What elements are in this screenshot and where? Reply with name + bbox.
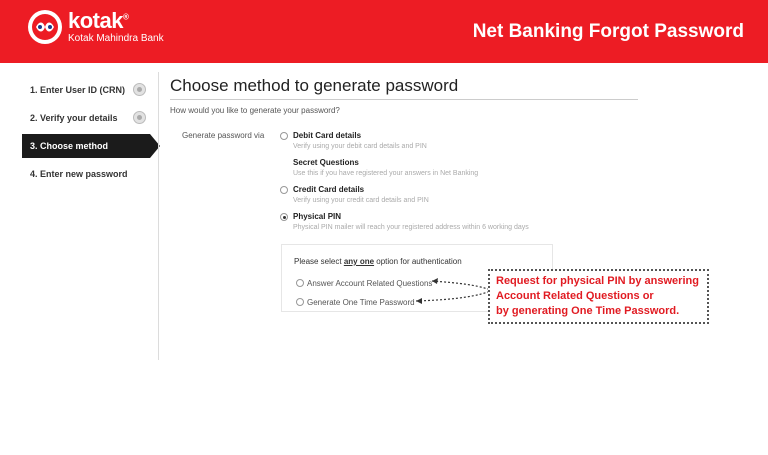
annotation-callout: Request for physical PIN by answering Ac… [488,269,709,324]
callout-arrows [415,278,489,304]
callout-line: Request for physical PIN by answering [496,275,699,287]
callout-line: Account Related Questions or [496,290,654,302]
callout-line: by generating One Time Password. [496,305,680,317]
